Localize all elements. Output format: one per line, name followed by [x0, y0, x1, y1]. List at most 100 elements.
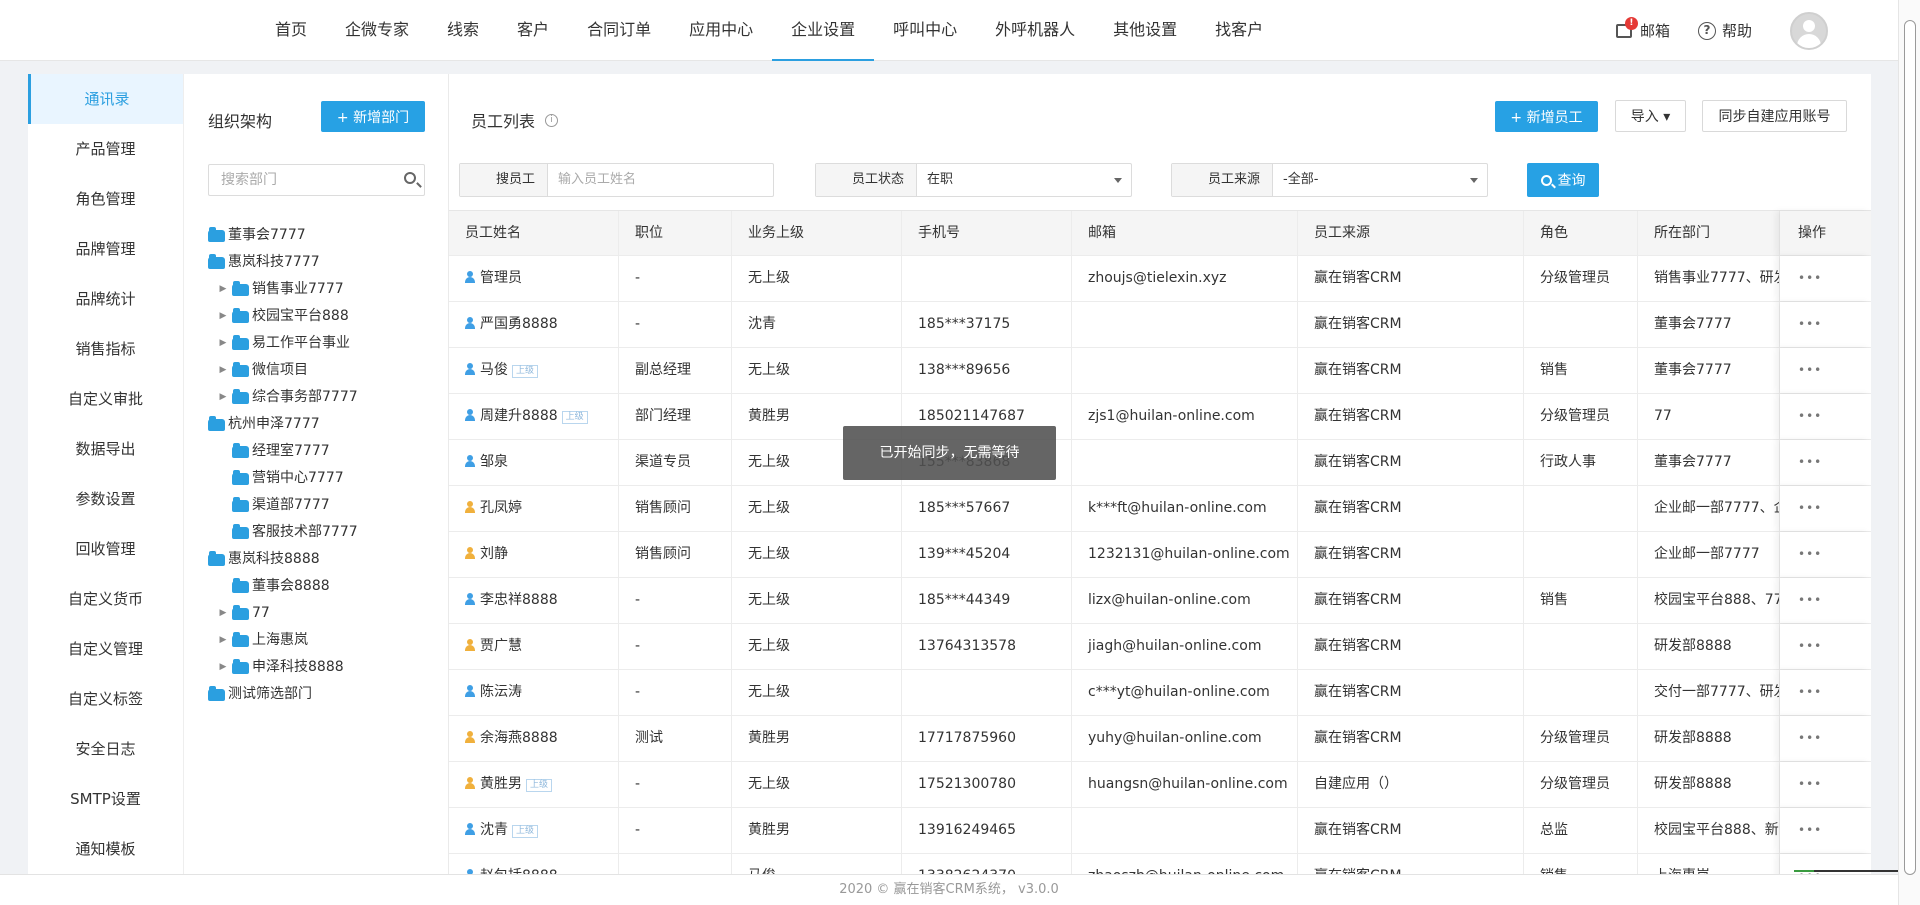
tree-node[interactable]: 营销中心7777 — [208, 465, 448, 492]
more-actions-icon[interactable]: ••• — [1798, 639, 1822, 653]
tree-node[interactable]: 客服技术部7777 — [208, 519, 448, 546]
tree-node[interactable]: ▶ 销售事业7777 — [208, 276, 448, 303]
tree-node[interactable]: 测试筛选部门 — [208, 681, 448, 708]
tree-node[interactable]: ▶ 微信项目 — [208, 357, 448, 384]
cell-employee-name[interactable]: 管理员 — [449, 256, 619, 301]
tree-node[interactable]: 惠岚科技7777 — [208, 249, 448, 276]
expand-caret-icon[interactable]: ▶ — [218, 303, 228, 330]
employee-source-select[interactable]: -全部- — [1273, 164, 1487, 196]
cell-employee-name[interactable]: 李忠祥8888 — [449, 578, 619, 623]
employee-name-input[interactable]: 输入员工姓名 — [548, 164, 773, 196]
sidebar-item-roles[interactable]: 角色管理 — [28, 174, 183, 224]
sidebar-item-sales-targets[interactable]: 销售指标 — [28, 324, 183, 374]
sidebar-item-data-export[interactable]: 数据导出 — [28, 424, 183, 474]
sidebar-item-products[interactable]: 产品管理 — [28, 124, 183, 174]
cell-employee-name[interactable]: 贾广慧 — [449, 624, 619, 669]
import-dropdown-button[interactable]: 导入 ▾ — [1615, 100, 1686, 132]
sidebar-item-recycle[interactable]: 回收管理 — [28, 524, 183, 574]
sidebar-item-custom-currency[interactable]: 自定义货币 — [28, 574, 183, 624]
scrollbar-thumb[interactable] — [1904, 20, 1916, 875]
more-actions-icon[interactable]: ••• — [1798, 317, 1822, 331]
nav-item-leads[interactable]: 线索 — [428, 0, 498, 61]
sidebar-item-brands[interactable]: 品牌管理 — [28, 224, 183, 274]
nav-item-other-settings[interactable]: 其他设置 — [1094, 0, 1196, 61]
cell-employee-name[interactable]: 沈青 上级 — [449, 808, 619, 853]
cell-employee-name[interactable]: 邹泉 — [449, 440, 619, 485]
tree-node[interactable]: ▶ 综合事务部7777 — [208, 384, 448, 411]
sidebar-item-notify-templates[interactable]: 通知模板 — [28, 824, 183, 874]
page-scrollbar[interactable] — [1898, 0, 1920, 905]
cell-employee-name[interactable]: 周建升8888 上级 — [449, 394, 619, 439]
nav-item-app-center[interactable]: 应用中心 — [670, 0, 772, 61]
nav-item-call-center[interactable]: 呼叫中心 — [874, 0, 976, 61]
add-employee-button[interactable]: + 新增员工 — [1495, 101, 1598, 132]
more-actions-icon[interactable]: ••• — [1798, 685, 1822, 699]
expand-caret-icon[interactable]: ▶ — [218, 384, 228, 411]
nav-item-home[interactable]: 首页 — [256, 0, 326, 61]
cell-position: 销售顾问 — [619, 532, 732, 577]
more-actions-icon[interactable]: ••• — [1798, 271, 1822, 285]
cell-actions: ••• — [1780, 578, 1871, 623]
search-icon[interactable] — [404, 172, 416, 184]
employee-status-select[interactable]: 在职 — [917, 164, 1131, 196]
tree-node[interactable]: 经理室7777 — [208, 438, 448, 465]
more-actions-icon[interactable]: ••• — [1798, 777, 1822, 791]
add-department-button[interactable]: + 新增部门 — [321, 101, 425, 132]
tree-node[interactable]: 惠岚科技8888 — [208, 546, 448, 573]
cell-employee-name[interactable]: 孔凤婷 — [449, 486, 619, 531]
expand-caret-icon[interactable]: ▶ — [218, 330, 228, 357]
sidebar-item-contacts[interactable]: 通讯录 — [28, 74, 183, 124]
tree-node[interactable]: 渠道部7777 — [208, 492, 448, 519]
nav-item-outbound-robot[interactable]: 外呼机器人 — [976, 0, 1094, 61]
sidebar-item-smtp[interactable]: SMTP设置 — [28, 774, 183, 824]
tree-node[interactable]: 杭州申泽7777 — [208, 411, 448, 438]
cell-employee-name[interactable]: 余海燕8888 — [449, 716, 619, 761]
cell-employee-name[interactable]: 陈沄涛 — [449, 670, 619, 715]
tree-node[interactable]: ▶ 申泽科技8888 — [208, 654, 448, 681]
sidebar-item-custom-approval[interactable]: 自定义审批 — [28, 374, 183, 424]
cell-email: lizx@huilan-online.com — [1072, 578, 1298, 623]
sync-app-accounts-button[interactable]: 同步自建应用账号 — [1702, 100, 1847, 132]
query-button[interactable]: 查询 — [1527, 163, 1599, 197]
tree-node[interactable]: ▶ 上海惠岚 — [208, 627, 448, 654]
more-actions-icon[interactable]: ••• — [1798, 823, 1822, 837]
sidebar-item-brand-stats[interactable]: 品牌统计 — [28, 274, 183, 324]
department-search-input[interactable]: 搜索部门 — [208, 164, 425, 196]
more-actions-icon[interactable]: ••• — [1798, 409, 1822, 423]
more-actions-icon[interactable]: ••• — [1798, 455, 1822, 469]
tree-node[interactable]: ▶ 易工作平台事业 — [208, 330, 448, 357]
more-actions-icon[interactable]: ••• — [1798, 593, 1822, 607]
expand-caret-icon[interactable]: ▶ — [218, 627, 228, 654]
nav-item-customers[interactable]: 客户 — [498, 0, 568, 61]
nav-item-enterprise-settings[interactable]: 企业设置 — [772, 0, 875, 61]
expand-caret-icon[interactable]: ▶ — [218, 357, 228, 384]
more-actions-icon[interactable]: ••• — [1798, 363, 1822, 377]
info-icon[interactable]: i — [545, 113, 559, 127]
expand-caret-icon[interactable]: ▶ — [218, 600, 228, 627]
mail-link[interactable]: ! 邮箱 — [1615, 16, 1670, 41]
more-actions-icon[interactable]: ••• — [1798, 501, 1822, 515]
nav-item-wecom-expert[interactable]: 企微专家 — [326, 0, 428, 61]
sidebar-item-custom-tags[interactable]: 自定义标签 — [28, 674, 183, 724]
department-search-placeholder: 搜索部门 — [221, 172, 277, 188]
tree-node[interactable]: ▶ 77 — [208, 600, 448, 627]
sidebar-item-security-log[interactable]: 安全日志 — [28, 724, 183, 774]
nav-item-contracts[interactable]: 合同订单 — [568, 0, 670, 61]
cell-employee-name[interactable]: 马俊 上级 — [449, 348, 619, 393]
expand-caret-icon[interactable]: ▶ — [218, 654, 228, 681]
tree-node[interactable]: 董事会7777 — [208, 222, 448, 249]
tree-node[interactable]: ▶ 校园宝平台888 — [208, 303, 448, 330]
tree-node[interactable]: 董事会8888 — [208, 573, 448, 600]
help-link[interactable]: ? 帮助 — [1697, 20, 1752, 41]
more-actions-icon[interactable]: ••• — [1798, 731, 1822, 745]
more-actions-icon[interactable]: ••• — [1798, 547, 1822, 561]
expand-caret-icon[interactable]: ▶ — [218, 276, 228, 303]
sidebar-item-custom-management[interactable]: 自定义管理 — [28, 624, 183, 674]
cell-employee-name[interactable]: 黄胜男 上级 — [449, 762, 619, 807]
employee-list-title: 员工列表 i — [471, 108, 559, 132]
user-avatar[interactable] — [1790, 11, 1828, 50]
cell-employee-name[interactable]: 刘静 — [449, 532, 619, 577]
nav-item-find-customers[interactable]: 找客户 — [1196, 0, 1282, 61]
sidebar-item-parameters[interactable]: 参数设置 — [28, 474, 183, 524]
cell-employee-name[interactable]: 严国勇8888 — [449, 302, 619, 347]
